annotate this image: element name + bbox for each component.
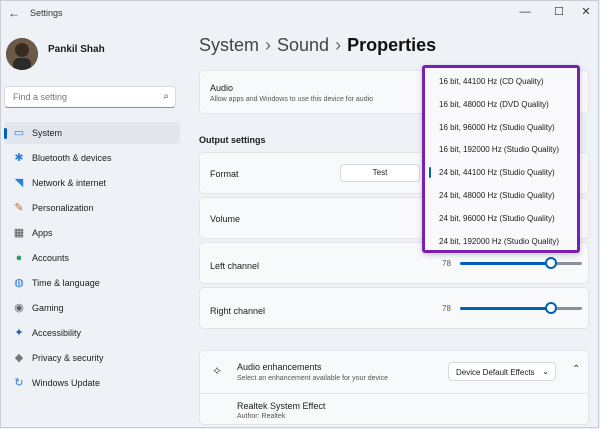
sidebar-item-label: Accounts <box>32 253 70 263</box>
sidebar-item-label: System <box>32 128 63 138</box>
format-option[interactable]: 24 bit, 96000 Hz (Studio Quality) <box>425 207 577 230</box>
bluetooth-icon: ✱ <box>14 152 24 164</box>
title-bar: ← Settings — ☐ ✕ <box>0 0 600 28</box>
test-button[interactable]: Test <box>340 164 420 182</box>
breadcrumb: System › Sound › Properties <box>199 35 436 56</box>
gaming-icon: ◉ <box>14 302 24 314</box>
back-arrow-icon[interactable]: ← <box>8 6 20 20</box>
sidebar-item-label: Windows Update <box>32 378 101 388</box>
enhancements-dropdown[interactable]: Device Default Effects ⌄ <box>448 362 556 381</box>
sidebar-item-windows-update[interactable]: ↻ Windows Update <box>4 372 180 394</box>
breadcrumb-sep-icon: › <box>335 35 342 55</box>
format-option[interactable]: 16 bit, 192000 Hz (Studio Quality) <box>425 138 577 161</box>
format-option-label: 16 bit, 48000 Hz (DVD Quality) <box>439 99 549 109</box>
enhancements-value: Device Default Effects <box>456 368 535 377</box>
breadcrumb-system[interactable]: System <box>199 35 259 55</box>
sidebar-item-label: Accessibility <box>32 328 82 338</box>
search-icon[interactable]: ⌕ <box>163 91 169 102</box>
sidebar-item-network-internet[interactable]: ◥ Network & internet <box>4 172 180 194</box>
breadcrumb-sound[interactable]: Sound <box>277 35 329 55</box>
format-option[interactable]: 24 bit, 44100 Hz (Studio Quality) <box>425 161 577 184</box>
output-section-title: Output settings <box>199 135 266 145</box>
update-icon: ↻ <box>14 377 24 389</box>
avatar[interactable] <box>6 38 38 70</box>
format-option[interactable]: 16 bit, 48000 Hz (DVD Quality) <box>425 93 577 116</box>
brush-icon: ✎ <box>14 202 24 214</box>
enhancements-desc: Select an enhancement available for your… <box>237 375 388 382</box>
format-dropdown-list: 16 bit, 44100 Hz (CD Quality) 16 bit, 480… <box>422 65 580 253</box>
maximize-button[interactable]: ☐ <box>549 4 569 20</box>
volume-label: Volume <box>210 214 241 224</box>
chevron-up-icon[interactable]: ⌃ <box>572 364 580 375</box>
format-option[interactable]: 24 bit, 192000 Hz (Studio Quality) <box>425 230 577 253</box>
sidebar-item-bluetooth-devices[interactable]: ✱ Bluetooth & devices <box>4 147 180 169</box>
search-input[interactable] <box>11 91 155 103</box>
right-channel-slider-thumb[interactable] <box>545 302 557 314</box>
chevron-down-icon: ⌄ <box>542 367 549 376</box>
divider <box>200 393 588 394</box>
enhancements-title: Audio enhancements <box>237 362 322 372</box>
audio-title: Audio <box>210 83 234 93</box>
format-option-label: 16 bit, 44100 Hz (CD Quality) <box>439 77 544 86</box>
user-name: Pankil Shah <box>48 44 105 55</box>
sidebar-item-accounts[interactable]: ● Accounts <box>4 247 180 269</box>
search-box[interactable]: ⌕ <box>4 86 176 108</box>
left-channel-value: 78 <box>442 259 451 268</box>
app-title: Settings <box>30 8 63 18</box>
format-option-label: 16 bit, 192000 Hz (Studio Quality) <box>439 145 560 155</box>
right-channel-value: 78 <box>442 304 451 313</box>
sidebar-item-system[interactable]: ▭ System <box>4 122 180 144</box>
enhancements-icon: ✧ <box>212 364 223 378</box>
effect-name: Realtek System Effect <box>237 401 326 411</box>
format-option-label: 24 bit, 44100 Hz (Studio Quality) <box>439 168 555 178</box>
format-option-label: 16 bit, 96000 Hz (Studio Quality) <box>439 122 555 132</box>
accounts-icon: ● <box>15 252 23 264</box>
effect-author: Author: Realtek <box>237 413 286 420</box>
left-channel-slider-thumb[interactable] <box>545 257 557 269</box>
active-indicator <box>4 128 7 139</box>
sidebar-item-apps[interactable]: ▦ Apps <box>4 222 180 244</box>
sidebar-item-time-language[interactable]: ◍ Time & language <box>4 272 180 294</box>
accessibility-icon: ✦ <box>14 327 24 339</box>
minimize-button[interactable]: — <box>515 4 535 20</box>
sidebar-item-gaming[interactable]: ◉ Gaming <box>4 297 180 319</box>
format-label: Format <box>210 169 239 179</box>
sidebar-item-label: Network & internet <box>32 178 107 188</box>
close-button[interactable]: ✕ <box>576 4 596 20</box>
wifi-icon: ◥ <box>14 177 24 189</box>
sidebar-item-accessibility[interactable]: ✦ Accessibility <box>4 322 180 344</box>
shield-icon: ◆ <box>14 352 24 364</box>
format-option-label: 24 bit, 96000 Hz (Studio Quality) <box>439 213 555 223</box>
sidebar-item-label: Personalization <box>32 203 94 213</box>
globe-icon: ◍ <box>14 277 24 289</box>
apps-icon: ▦ <box>13 227 25 239</box>
right-channel-label: Right channel <box>210 306 266 316</box>
system-icon: ▭ <box>13 127 25 139</box>
sidebar-item-label: Time & language <box>32 278 100 288</box>
format-option-label: 24 bit, 48000 Hz (Studio Quality) <box>439 191 555 200</box>
sidebar-item-privacy-security[interactable]: ◆ Privacy & security <box>4 347 180 369</box>
sidebar-item-personalization[interactable]: ✎ Personalization <box>4 197 180 219</box>
right-channel-track-fill[interactable] <box>460 307 550 310</box>
format-option-label: 24 bit, 192000 Hz (Studio Quality) <box>439 236 560 246</box>
sidebar-item-label: Privacy & security <box>32 353 104 363</box>
left-channel-track-fill[interactable] <box>460 262 550 265</box>
breadcrumb-sep-icon: › <box>265 35 272 55</box>
format-option[interactable]: 16 bit, 44100 Hz (CD Quality) <box>425 70 577 93</box>
sidebar-item-label: Apps <box>32 228 53 238</box>
left-channel-label: Left channel <box>210 261 260 271</box>
audio-desc: Allow apps and Windows to use this devic… <box>210 96 374 103</box>
sidebar-item-label: Gaming <box>32 303 64 313</box>
page-title: Properties <box>347 35 437 55</box>
format-option[interactable]: 16 bit, 96000 Hz (Studio Quality) <box>425 116 577 139</box>
format-option[interactable]: 24 bit, 48000 Hz (Studio Quality) <box>425 184 577 207</box>
sidebar-item-label: Bluetooth & devices <box>32 153 112 163</box>
